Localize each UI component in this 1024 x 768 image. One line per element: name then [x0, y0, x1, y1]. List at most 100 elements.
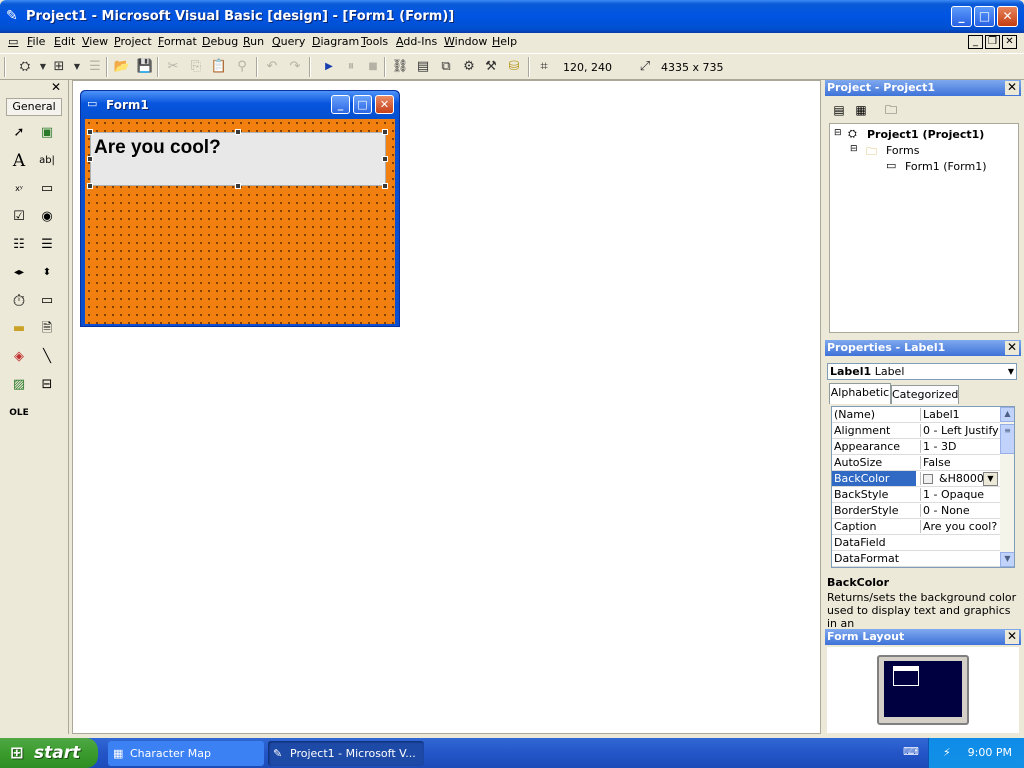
find-icon[interactable]: ⚲: [233, 58, 251, 76]
vscrollbar-tool-icon[interactable]: ⬍: [36, 262, 58, 284]
data-tool-icon[interactable]: ⊟: [36, 374, 58, 396]
pointer-tool-icon[interactable]: ➚: [8, 122, 30, 144]
add-form-icon[interactable]: ⊞: [50, 58, 68, 76]
mdi-doc-icon[interactable]: ▭: [8, 35, 18, 48]
taskbar-button-character-map[interactable]: ▦ Character Map: [108, 741, 264, 766]
resize-handle[interactable]: [235, 183, 241, 189]
properties-window-icon[interactable]: ▤: [414, 58, 432, 76]
form1-minimize-button[interactable]: _: [331, 95, 350, 114]
view-code-icon[interactable]: ▤: [829, 101, 849, 119]
menu-window[interactable]: Window: [444, 35, 487, 48]
chevron-down-icon[interactable]: ▼: [983, 472, 998, 486]
resize-handle[interactable]: [87, 129, 93, 135]
hscrollbar-tool-icon[interactable]: ◂▸: [8, 262, 30, 284]
form-layout-icon[interactable]: ⧉: [437, 58, 455, 76]
resize-handle[interactable]: [87, 156, 93, 162]
data-view-icon[interactable]: ⛁: [505, 58, 523, 76]
resize-handle[interactable]: [382, 129, 388, 135]
toggle-folders-icon[interactable]: 🗀: [881, 101, 901, 119]
form1-designer-window[interactable]: ▭ Form1 _ □ ✕ Are you cool?: [80, 90, 400, 327]
tree-form1-item[interactable]: Form1 (Form1): [905, 160, 987, 173]
checkbox-tool-icon[interactable]: ☑: [8, 206, 30, 228]
menu-help[interactable]: Help: [492, 35, 517, 48]
property-row[interactable]: BorderStyle 0 - None: [832, 503, 1000, 519]
redo-icon[interactable]: ↷: [286, 58, 304, 76]
tree-project-node[interactable]: Project1 (Project1): [867, 128, 984, 141]
commandbutton-tool-icon[interactable]: ▭: [36, 178, 58, 200]
property-grid-scrollbar[interactable]: ▲ ≡ ▼: [1000, 407, 1014, 567]
label1-control[interactable]: Are you cool?: [90, 132, 386, 186]
menu-file[interactable]: File: [27, 35, 45, 48]
keyboard-icon[interactable]: ⌨: [903, 745, 919, 758]
project-panel-close-button[interactable]: ✕: [1005, 81, 1019, 95]
form1-title-bar[interactable]: ▭ Form1 _ □ ✕: [81, 91, 399, 119]
line-tool-icon[interactable]: ╲: [36, 346, 58, 368]
menu-editor-icon[interactable]: ☰: [86, 58, 104, 76]
menu-add-ins[interactable]: Add-Ins: [396, 35, 437, 48]
tree-forms-folder[interactable]: Forms: [886, 144, 919, 157]
network-icon[interactable]: ⚡: [943, 738, 951, 768]
object-selector[interactable]: Label1 Label ▼: [827, 363, 1017, 380]
form1-close-button[interactable]: ✕: [375, 95, 394, 114]
mdi-restore-button[interactable]: ❐: [985, 35, 1000, 49]
mdi-minimize-button[interactable]: _: [968, 35, 983, 49]
cut-icon[interactable]: ✂: [164, 58, 182, 76]
shape-tool-icon[interactable]: ◈: [8, 346, 30, 368]
form-layout-close-button[interactable]: ✕: [1005, 630, 1019, 644]
start-run-icon[interactable]: ▶: [320, 58, 338, 76]
label-tool-icon[interactable]: A: [8, 150, 30, 172]
start-button[interactable]: ⊞ start: [0, 738, 98, 768]
property-row[interactable]: DataFormat: [832, 551, 1000, 567]
dropdown-arrow-icon[interactable]: ▼: [68, 58, 86, 76]
toolbox-icon[interactable]: ⚒: [482, 58, 500, 76]
clock[interactable]: 9:00 PM: [968, 746, 1012, 759]
copy-icon[interactable]: ⎘: [187, 58, 205, 76]
property-row[interactable]: Alignment 0 - Left Justify: [832, 423, 1000, 439]
collapse-icon[interactable]: ⊟: [834, 128, 842, 138]
menu-format[interactable]: Format: [158, 35, 197, 48]
textbox-tool-icon[interactable]: ab|: [36, 150, 58, 172]
ole-tool-icon[interactable]: OLE: [8, 402, 30, 424]
maximize-button[interactable]: □: [974, 6, 995, 27]
scroll-up-icon[interactable]: ▲: [1000, 407, 1014, 422]
listbox-tool-icon[interactable]: ☰: [36, 234, 58, 256]
main-title-bar[interactable]: ✎ Project1 - Microsoft Visual Basic [des…: [0, 0, 1024, 33]
vb-app-icon[interactable]: ✎: [6, 8, 18, 24]
combobox-tool-icon[interactable]: ☷: [8, 234, 30, 256]
property-row[interactable]: (Name) Label1: [832, 407, 1000, 423]
menu-query[interactable]: Query: [272, 35, 305, 48]
optionbutton-tool-icon[interactable]: ◉: [36, 206, 58, 228]
menu-debug[interactable]: Debug: [202, 35, 238, 48]
collapse-icon[interactable]: ⊟: [850, 144, 858, 154]
property-row[interactable]: AutoSize False: [832, 455, 1000, 471]
property-row[interactable]: BackStyle 1 - Opaque: [832, 487, 1000, 503]
timer-tool-icon[interactable]: ⏱: [8, 290, 30, 312]
property-row-selected[interactable]: BackColor &H80000 ▼: [832, 471, 1000, 487]
dirlistbox-tool-icon[interactable]: ▬: [8, 318, 30, 340]
toolbox-general-tab[interactable]: General: [6, 98, 62, 116]
menu-view[interactable]: View: [82, 35, 108, 48]
save-icon[interactable]: 💾: [136, 58, 154, 76]
scroll-down-icon[interactable]: ▼: [1000, 552, 1014, 567]
view-object-icon[interactable]: ▦: [851, 101, 871, 119]
minimize-button[interactable]: _: [951, 6, 972, 27]
paste-icon[interactable]: 📋: [210, 58, 228, 76]
properties-panel-close-button[interactable]: ✕: [1005, 341, 1019, 355]
toolbox-close-button[interactable]: ✕: [49, 81, 63, 94]
property-row[interactable]: DataField: [832, 535, 1000, 551]
end-icon[interactable]: ■: [364, 58, 382, 76]
chevron-down-icon[interactable]: ▼: [1008, 364, 1014, 379]
close-button[interactable]: ✕: [997, 6, 1018, 27]
menu-tools[interactable]: Tools: [361, 35, 388, 48]
menu-project[interactable]: Project: [114, 35, 152, 48]
image-tool-icon[interactable]: ▨: [8, 374, 30, 396]
undo-icon[interactable]: ↶: [263, 58, 281, 76]
object-browser-icon[interactable]: ⚙: [460, 58, 478, 76]
form1-client-area[interactable]: Are you cool?: [85, 119, 395, 324]
picturebox-tool-icon[interactable]: ▣: [36, 122, 58, 144]
form1-maximize-button[interactable]: □: [353, 95, 372, 114]
drivelistbox-tool-icon[interactable]: ▭: [36, 290, 58, 312]
tab-alphabetic[interactable]: Alphabetic: [829, 383, 891, 404]
resize-handle[interactable]: [235, 129, 241, 135]
property-row[interactable]: Appearance 1 - 3D: [832, 439, 1000, 455]
